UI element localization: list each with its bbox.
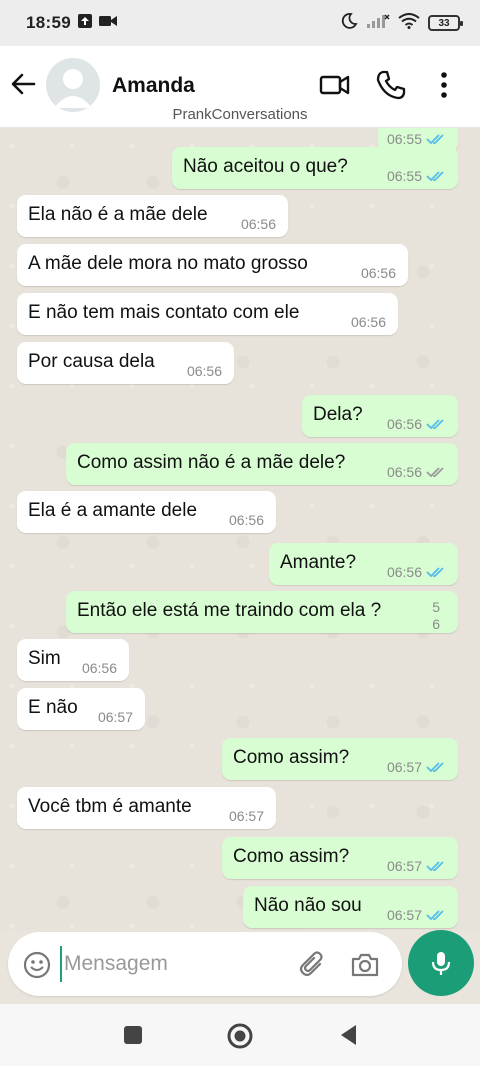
- message-bubble-outgoing[interactable]: Então ele está me traindo com ela ? 5 6: [66, 591, 458, 633]
- message-time: 06:56: [186, 363, 222, 379]
- message-bubble-incoming[interactable]: Você tbm é amante 06:57: [17, 787, 276, 829]
- message-text: Dela?: [313, 404, 363, 425]
- read-ticks-icon: [426, 861, 444, 872]
- back-nav-icon[interactable]: [334, 1020, 364, 1050]
- message-input[interactable]: [60, 946, 290, 982]
- message-bubble-outgoing[interactable]: Como assim? 06:57: [222, 837, 458, 879]
- message-bubble-outgoing[interactable]: Como assim não é a mãe dele? 06:56: [66, 443, 458, 485]
- sent-ticks-icon: [426, 467, 444, 478]
- moon-icon: [340, 12, 358, 35]
- message-text: Ela não é a mãe dele: [28, 204, 208, 225]
- watermark-text: PrankConversations: [172, 106, 308, 123]
- home-icon[interactable]: [224, 1020, 256, 1052]
- more-options-icon[interactable]: [434, 68, 454, 102]
- read-ticks-icon: [426, 567, 444, 578]
- message-time: 06:56: [360, 265, 396, 281]
- message-bubble-incoming[interactable]: Por causa dela 06:56: [17, 342, 234, 384]
- upload-notification-icon: [77, 13, 93, 34]
- wifi-icon: [398, 12, 420, 34]
- message-meta: 06:57: [387, 759, 446, 775]
- emoji-icon[interactable]: [22, 950, 52, 980]
- read-ticks-icon: [426, 171, 444, 182]
- message-time: 06:56: [386, 416, 422, 432]
- status-bar: 18:59 33: [0, 0, 480, 46]
- message-time: 06:57: [97, 709, 133, 725]
- message-meta: 06:55: [387, 131, 446, 147]
- message-text: Sim: [28, 648, 61, 669]
- message-text: Como assim?: [233, 747, 350, 768]
- back-arrow-icon[interactable]: [8, 68, 40, 100]
- video-notification-icon: [98, 14, 117, 33]
- message-time: 06:57: [228, 808, 264, 824]
- microphone-icon: [431, 952, 451, 975]
- message-text: Como assim?: [233, 846, 350, 867]
- read-ticks-icon: [426, 910, 444, 921]
- message-meta: 06:55: [387, 168, 446, 184]
- message-text: Ela é a amante dele: [28, 500, 198, 521]
- message-time: 06:55: [386, 168, 422, 184]
- system-nav-bar: [0, 1004, 480, 1066]
- message-text: Você tbm é amante: [28, 796, 192, 817]
- message-bubble-incoming[interactable]: E não 06:57: [17, 688, 145, 730]
- read-ticks-icon: [426, 762, 444, 773]
- message-bubble-outgoing[interactable]: Não aceitou o que? 06:55: [172, 147, 458, 189]
- message-meta: 06:56: [387, 464, 446, 480]
- message-time: 06:56: [350, 314, 386, 330]
- message-bubble-incoming[interactable]: Ela é a amante dele 06:56: [17, 491, 276, 533]
- message-text: Não aceitou o que?: [183, 156, 348, 177]
- message-time: 06:56: [81, 660, 117, 676]
- message-text: E não: [28, 697, 78, 718]
- message-time: 06:57: [386, 759, 422, 775]
- message-text: Então ele está me traindo com ela ?: [77, 600, 382, 621]
- message-time: 5 6: [432, 599, 440, 632]
- message-time: 06:57: [386, 858, 422, 874]
- read-ticks-icon: [426, 419, 444, 430]
- message-bubble-incoming[interactable]: Ela não é a mãe dele 06:56: [17, 195, 288, 237]
- attach-icon[interactable]: [298, 950, 328, 980]
- read-ticks-icon: [426, 134, 444, 145]
- message-composer: [8, 932, 402, 996]
- message-meta: 06:57: [387, 858, 446, 874]
- video-call-icon[interactable]: [318, 68, 352, 102]
- message-text: Por causa dela: [28, 351, 155, 372]
- message-time: 06:56: [386, 464, 422, 480]
- message-bubble-incoming[interactable]: Sim 06:56: [17, 639, 129, 681]
- message-bubble-outgoing[interactable]: Dela? 06:56: [302, 395, 458, 437]
- message-time: 06:56: [386, 564, 422, 580]
- message-meta: 06:56: [387, 416, 446, 432]
- contact-name[interactable]: Amanda: [112, 74, 195, 98]
- message-text: E não tem mais contato com ele: [28, 302, 300, 323]
- message-meta: 06:57: [387, 907, 446, 923]
- message-bubble-outgoing[interactable]: Não não sou 06:57: [243, 886, 458, 928]
- camera-icon[interactable]: [350, 950, 380, 980]
- recents-icon[interactable]: [118, 1020, 148, 1050]
- message-bubble-outgoing[interactable]: Como assim? 06:57: [222, 738, 458, 780]
- message-time: 06:56: [228, 512, 264, 528]
- message-bubble-incoming[interactable]: A mãe dele mora no mato grosso 06:56: [17, 244, 408, 286]
- message-bubble-incoming[interactable]: E não tem mais contato com ele 06:56: [17, 293, 398, 335]
- message-time: 06:56: [240, 216, 276, 232]
- status-time: 18:59: [26, 13, 71, 32]
- contact-avatar[interactable]: [46, 58, 100, 112]
- message-meta: 06:56: [387, 564, 446, 580]
- message-time: 06:55: [386, 131, 422, 147]
- message-text: Não não sou: [254, 895, 362, 916]
- message-text: Como assim não é a mãe dele?: [77, 452, 346, 473]
- message-text: Amante?: [280, 552, 357, 573]
- voice-message-button[interactable]: [408, 930, 474, 996]
- message-bubble-outgoing[interactable]: Amante? 06:56: [269, 543, 458, 585]
- message-time: 06:57: [386, 907, 422, 923]
- phone-call-icon[interactable]: [374, 68, 408, 102]
- signal-icon: [366, 13, 390, 34]
- chat-area[interactable]: 06:55 Não aceitou o que? 06:55 Ela não é…: [0, 128, 480, 930]
- message-text: A mãe dele mora no mato grosso: [28, 253, 308, 274]
- battery-indicator: 33: [428, 15, 463, 31]
